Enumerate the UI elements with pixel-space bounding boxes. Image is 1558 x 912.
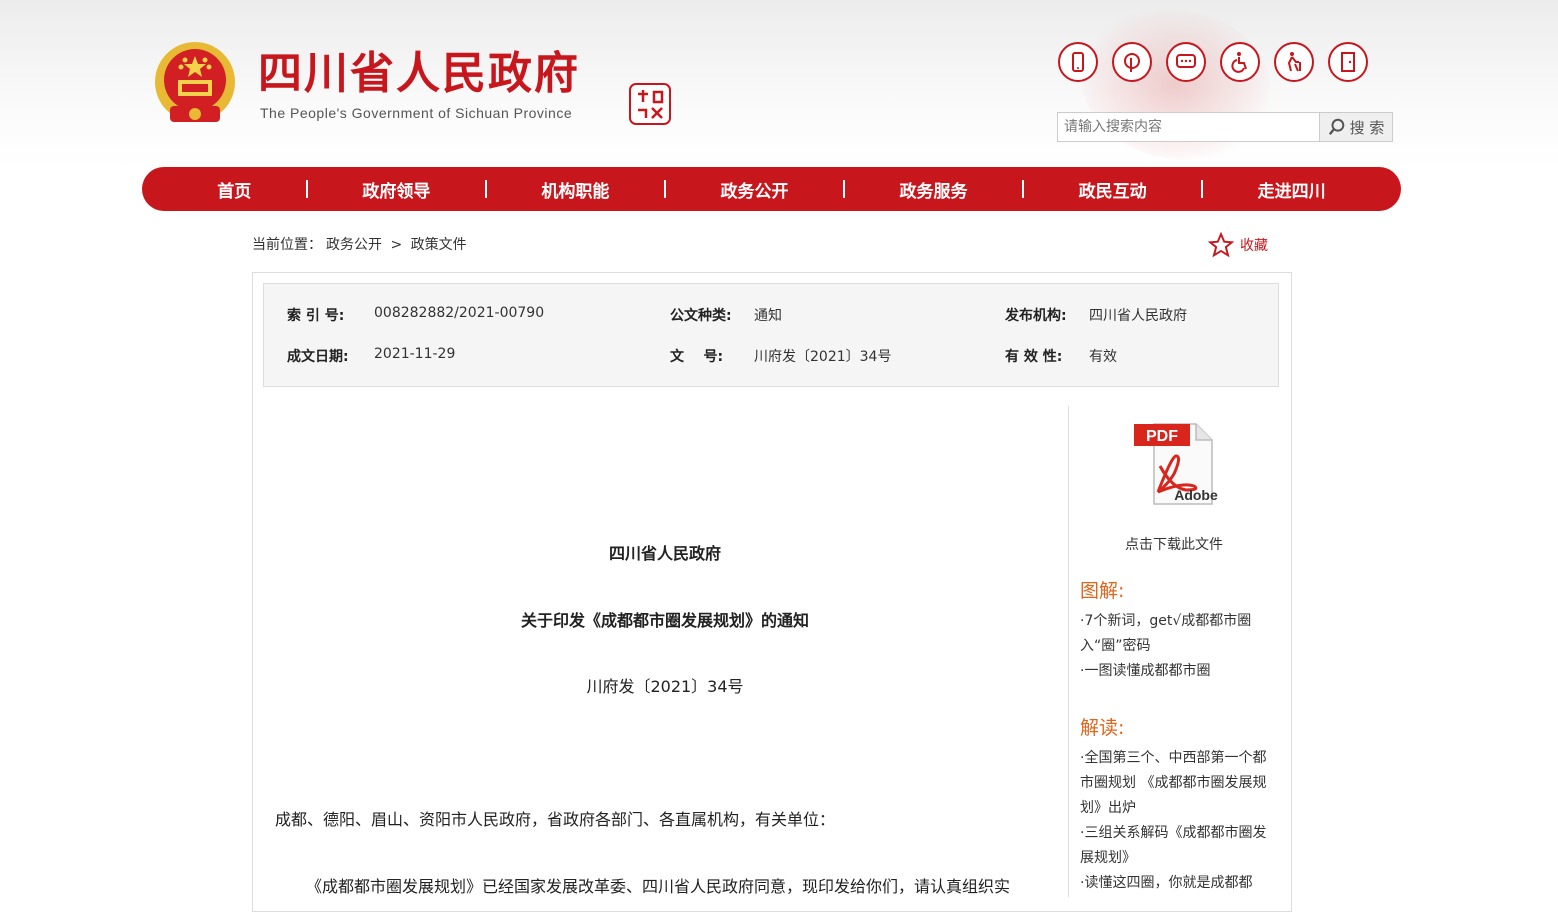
meta-validity-label: 有 效 性:: [1005, 349, 1063, 365]
nav-divider: [1022, 180, 1025, 198]
elderly-mode-button[interactable]: [1274, 42, 1314, 82]
pdf-download-icon[interactable]: PDF Adobe: [1128, 418, 1220, 508]
illustration-link-2[interactable]: ·一图读懂成都都市圈: [1080, 659, 1268, 684]
interpretation-heading: 解读:: [1080, 717, 1125, 739]
breadcrumb-prefix: 当前位置：: [252, 237, 322, 253]
nav-divider: [484, 180, 487, 198]
nav-divider: [305, 180, 308, 198]
interpretation-link-1[interactable]: ·全国第三个、中西部第一个都市圈规划 《成都都市圈发展规划》出炉: [1080, 746, 1268, 821]
nav-divider: [1201, 180, 1204, 198]
illustration-heading: 图解:: [1080, 580, 1125, 602]
nav-item-interaction[interactable]: 政民互动: [1079, 177, 1147, 202]
column-divider: [1068, 406, 1069, 897]
nav-item-home[interactable]: 首页: [217, 177, 251, 202]
search-input[interactable]: [1058, 113, 1319, 141]
favorite-label: 收藏: [1240, 238, 1268, 254]
favorite-button[interactable]: 收藏: [1208, 232, 1268, 258]
meta-docno-label: 文 号:: [670, 349, 724, 365]
star-icon: [1208, 232, 1234, 258]
seal-icon: [629, 83, 671, 125]
nav-divider: [663, 180, 666, 198]
meta-type-label: 公文种类:: [670, 308, 732, 324]
meta-date-value: 2021-11-29: [374, 346, 456, 362]
pinterest-icon: [1124, 53, 1140, 72]
interpretation-link-3[interactable]: ·读懂这四圈，你就是成都都: [1080, 871, 1268, 896]
nav-divider: [842, 180, 845, 198]
search-icon: [1328, 118, 1344, 135]
mobile-icon: [1072, 52, 1084, 72]
breadcrumb: 当前位置： 政务公开 > 政策文件: [252, 234, 471, 254]
elderly-icon: [1287, 52, 1301, 72]
document-body-paragraph: 《成都都市圈发展规划》已经国家发展改革委、四川省人民政府同意，现印发给你们，请认…: [306, 877, 1011, 896]
breadcrumb-level1[interactable]: 政务公开: [326, 237, 382, 253]
document-meta-box: [263, 283, 1279, 387]
search-box: 搜 索: [1057, 112, 1393, 142]
search-button[interactable]: 搜 索: [1319, 113, 1392, 141]
exit-icon: [1341, 52, 1355, 72]
site-subtitle: The People's Government of Sichuan Provi…: [260, 105, 573, 121]
site-title: 四川省人民政府: [258, 48, 580, 99]
message-icon: [1176, 54, 1196, 68]
meta-org-label: 发布机构:: [1005, 308, 1067, 324]
mobile-button[interactable]: [1058, 42, 1098, 82]
exit-button[interactable]: [1328, 42, 1368, 82]
interpretation-link-2[interactable]: ·三组关系解码《成都都市圈发展规划》: [1080, 821, 1268, 871]
meta-date-label: 成文日期:: [287, 349, 349, 365]
breadcrumb-level2[interactable]: 政策文件: [411, 237, 467, 253]
meta-index-label: 索 引 号:: [287, 308, 345, 324]
pdf-brand-label: Adobe: [1174, 487, 1218, 503]
pdf-tag-label: PDF: [1146, 428, 1178, 445]
meta-validity-value: 有效: [1089, 349, 1117, 365]
meta-org-value: 四川省人民政府: [1089, 308, 1187, 324]
breadcrumb-separator: >: [390, 237, 403, 253]
pinterest-button[interactable]: [1112, 42, 1152, 82]
accessibility-button[interactable]: [1220, 42, 1260, 82]
tool-icons: [1058, 42, 1368, 82]
meta-docno-value: 川府发〔2021〕34号: [754, 349, 892, 365]
document-recipients: 成都、德阳、眉山、资阳市人民政府，省政府各部门、各直属机构，有关单位：: [275, 810, 836, 829]
nav-item-leaders[interactable]: 政府领导: [362, 177, 430, 202]
meta-index-value: 008282882/2021-00790: [374, 305, 545, 321]
main-nav: 首页 政府领导 机构职能 政务公开 政务服务 政民互动 走进四川: [142, 167, 1401, 211]
search-button-label: 搜 索: [1349, 118, 1385, 137]
illustration-link-1[interactable]: ·7个新词，get√成都都市圈入“圈”密码: [1080, 609, 1268, 659]
meta-type-value: 通知: [754, 308, 782, 324]
accessibility-icon: [1231, 52, 1247, 73]
nav-item-gov-affairs[interactable]: 政务公开: [720, 177, 788, 202]
message-button[interactable]: [1166, 42, 1206, 82]
nav-item-about-sichuan[interactable]: 走进四川: [1258, 177, 1326, 202]
nav-item-institutions[interactable]: 机构职能: [541, 177, 609, 202]
national-emblem-icon: [155, 42, 235, 122]
nav-item-services[interactable]: 政务服务: [900, 177, 968, 202]
pdf-download-link[interactable]: 点击下载此文件: [1080, 534, 1268, 554]
